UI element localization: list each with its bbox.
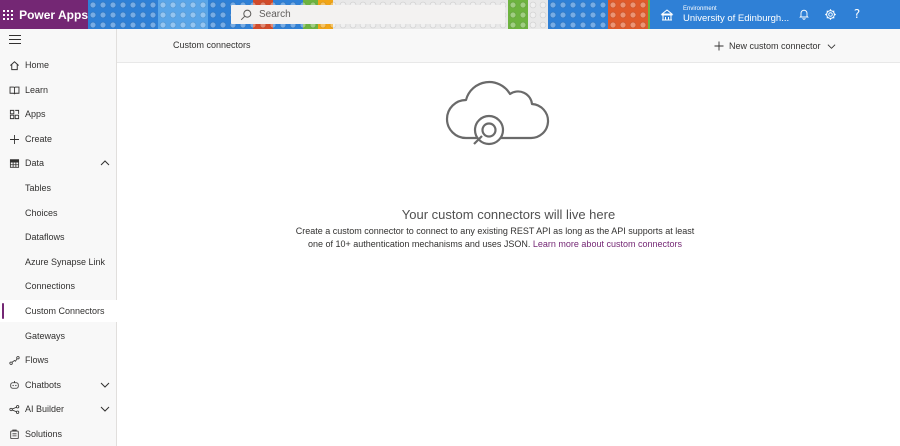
empty-state-title: Your custom connectors will live here [401,207,616,222]
sidebar-item-create[interactable]: Create [0,128,117,150]
sidebar-item-data[interactable]: Data [0,152,117,174]
sidebar-item-label: Tables [25,183,52,193]
app-name[interactable]: Power Apps [19,8,88,22]
search-input[interactable] [259,9,499,20]
home-icon [8,59,20,71]
sidebar-item-custom-connectors[interactable]: Custom Connectors [0,300,117,322]
sidebar-item-label: Choices [25,208,58,218]
new-custom-connector-button[interactable]: New custom connector [713,36,836,56]
chatbot-icon [8,379,20,391]
sidebar-item-label: Solutions [25,429,63,439]
empty-state-description: Create a custom connector to connect to … [290,225,700,251]
sidebar-item-label: Flows [25,355,49,365]
settings-button[interactable] [822,6,838,22]
search-icon [240,9,252,20]
sidebar-item-azure-synapse-link[interactable]: Azure Synapse Link [0,251,117,273]
sidebar-item-label: Connections [25,281,76,291]
plus-icon [8,133,20,145]
sidebar-item-label: Dataflows [25,232,65,242]
app-launcher-icon[interactable] [0,0,15,29]
help-button[interactable]: ? [849,6,865,22]
sidebar-item-gateways[interactable]: Gateways [0,325,117,347]
cloud-connector-icon [445,80,550,146]
ai-builder-icon [8,403,20,415]
book-icon [8,84,20,96]
flow-icon [8,354,20,366]
sidebar-item-label: Learn [25,85,49,95]
sidebar-item-home[interactable]: Home [0,54,117,76]
plus-icon [714,41,724,51]
sidebar-item-connections[interactable]: Connections [0,275,117,297]
help-icon: ? [853,7,861,21]
chevron-up-icon[interactable] [100,158,110,168]
sidebar-item-label: Data [25,158,45,168]
brand-area: Power Apps [0,0,88,29]
environment-name: University of Edinburgh... [683,12,790,24]
new-custom-connector-label: New custom connector [729,41,821,51]
sidebar-item-tables[interactable]: Tables [0,177,117,199]
sidebar-item-flows[interactable]: Flows [0,349,117,371]
gear-icon [824,8,836,20]
sidebar-item-dataflows[interactable]: Dataflows [0,226,117,248]
sidebar-item-label: Apps [25,109,46,119]
sidebar-item-solutions[interactable]: Solutions [0,423,117,445]
sidebar-item-label: Chatbots [25,380,62,390]
selection-indicator [2,303,4,319]
sidebar-item-label: AI Builder [25,404,65,414]
chevron-down-icon [827,43,835,49]
notifications-button[interactable] [796,6,812,22]
sidebar: Home Learn Apps Create Data Tables Choic… [0,29,117,446]
command-bar: Custom connectors New custom connector [117,29,900,63]
table-icon [8,157,20,169]
sidebar-item-label: Gateways [25,331,66,341]
top-bar: Power Apps Environment University of Edi… [0,0,900,29]
apps-icon [8,108,20,120]
learn-more-link[interactable]: Learn more about custom connectors [533,239,682,249]
sidebar-item-label: Azure Synapse Link [25,257,106,267]
sidebar-item-choices[interactable]: Choices [0,202,117,224]
sidebar-item-apps[interactable]: Apps [0,103,117,125]
sidebar-item-label: Create [25,134,53,144]
chevron-down-icon[interactable] [100,380,110,390]
solutions-icon [8,428,20,440]
sidebar-item-ai-builder[interactable]: AI Builder [0,398,117,420]
sidebar-item-learn[interactable]: Learn [0,79,117,101]
sidebar-item-label: Custom Connectors [25,306,105,316]
environment-label: Environment [683,5,717,12]
page-title: Custom connectors [173,40,251,50]
environment-icon [660,8,674,20]
bell-icon [799,9,809,20]
search-box[interactable] [231,5,505,24]
sidebar-item-label: Home [25,60,50,70]
hamburger-menu-icon[interactable] [9,35,21,45]
chevron-down-icon[interactable] [100,404,110,414]
sidebar-item-chatbots[interactable]: Chatbots [0,374,117,396]
environment-picker[interactable]: Environment University of Edinburgh... ? [650,0,900,29]
